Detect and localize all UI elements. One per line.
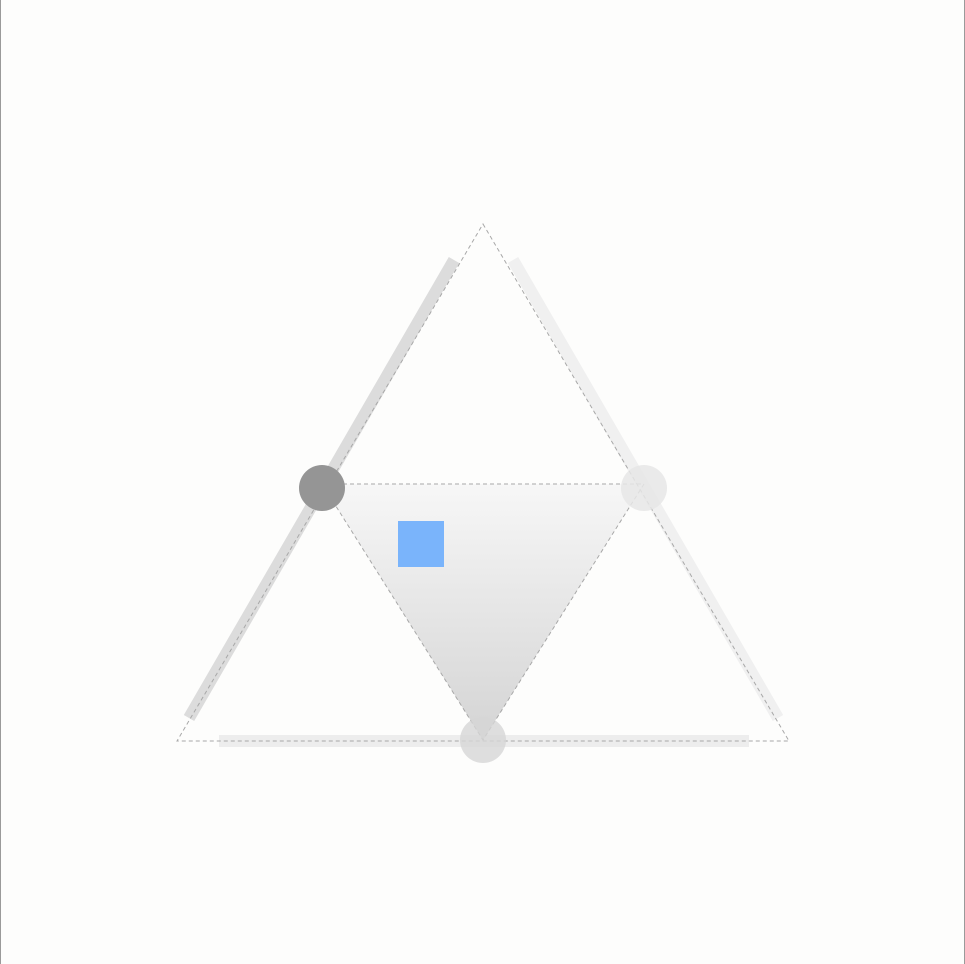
inner-triangle: [321, 483, 645, 741]
node-left[interactable]: [299, 465, 345, 511]
node-right[interactable]: [621, 465, 667, 511]
node-bottom[interactable]: [460, 717, 506, 763]
diagram-canvas: [0, 0, 965, 964]
triangle-diagram: [176, 223, 790, 763]
marker-square: [398, 521, 444, 567]
